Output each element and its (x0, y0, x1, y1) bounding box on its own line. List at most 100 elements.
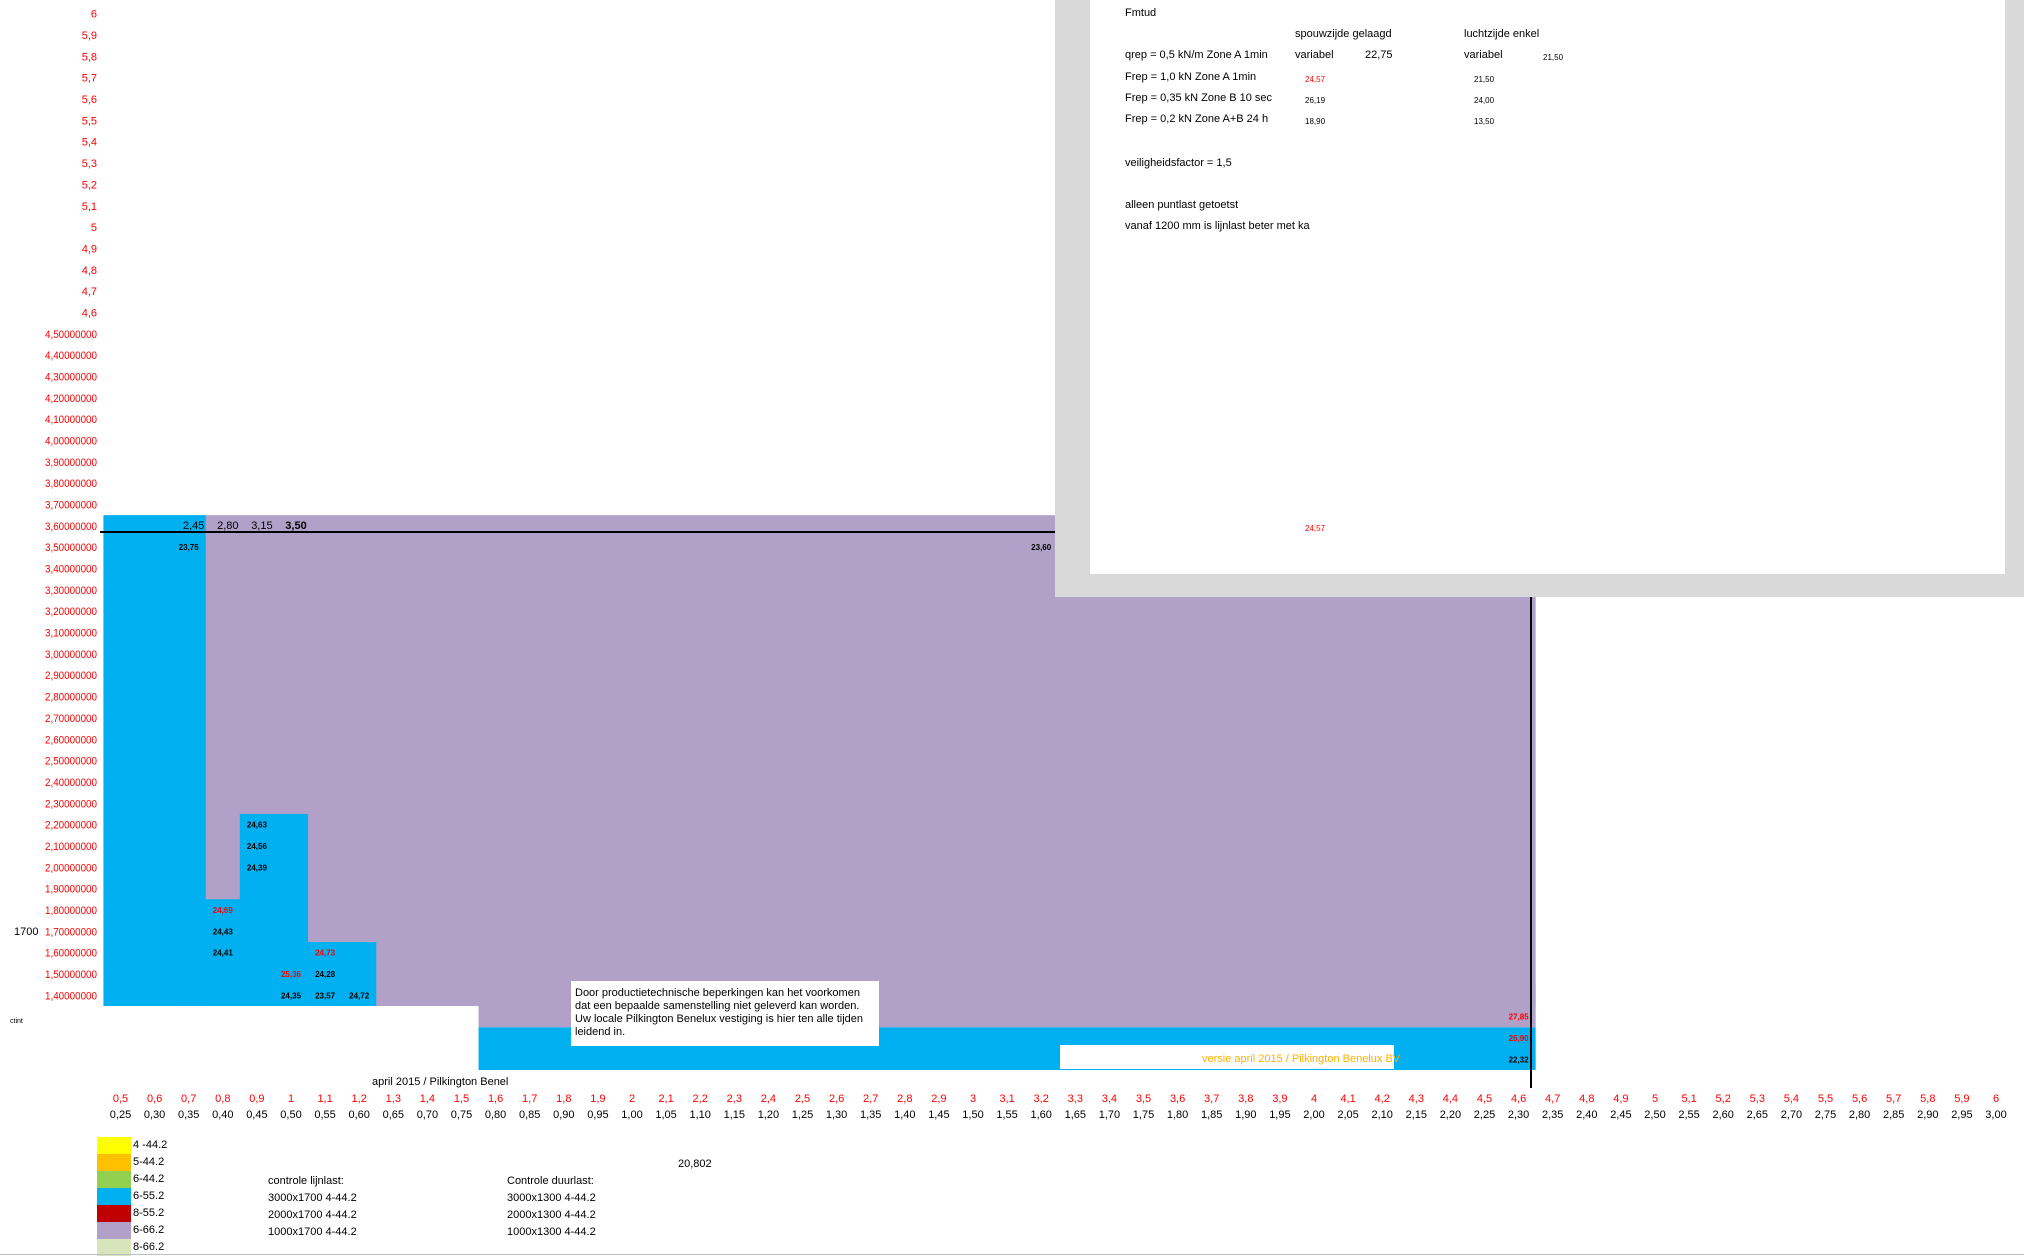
y-tick-label: 3,30000000 (45, 585, 97, 597)
x-bottom-tick-label: 2,10 (1371, 1109, 1392, 1121)
x-top-tick-label: 3,1 (999, 1093, 1014, 1105)
y-tick-label: 5,7 (82, 73, 97, 85)
x-top-tick-label: 1,1 (317, 1093, 332, 1105)
x-bottom-tick-label: 2,30 (1508, 1109, 1529, 1121)
row-v2: 24,00 (1474, 96, 1495, 105)
x-bottom-tick-label: 2,85 (1883, 1109, 1904, 1121)
y-tick-label: 5,8 (82, 51, 97, 63)
x-top-tick-label: 1,8 (556, 1093, 571, 1105)
x-bottom-tick-label: 0,55 (314, 1109, 335, 1121)
panel-line-2: vanaf 1200 mm is lijnlast beter met ka (1125, 220, 1310, 232)
y-tick-label: 4,6 (82, 307, 97, 319)
y-tick-label: 1,50000000 (45, 969, 97, 981)
threshold-label: 2,80 (217, 520, 238, 532)
x-bottom-tick-label: 0,25 (110, 1109, 131, 1121)
y-tick-label: 2,20000000 (45, 820, 97, 832)
cell-value: 24,43 (213, 927, 234, 936)
row-label: Frep = 0,35 kN Zone B 10 sec (1125, 92, 1273, 104)
row-v2: 21,50 (1474, 75, 1495, 84)
y-tick-label: 2,10000000 (45, 841, 97, 853)
y-tick-label: 3,10000000 (45, 628, 97, 640)
x-bottom-tick-label: 0,75 (451, 1109, 472, 1121)
x-top-tick-label: 5,3 (1750, 1093, 1765, 1105)
x-bottom-tick-label: 1,05 (655, 1109, 676, 1121)
x-top-tick-label: 3,8 (1238, 1093, 1253, 1105)
col1-header: spouwzijde gelaagd (1295, 28, 1392, 40)
x-bottom-tick-label: 2,15 (1406, 1109, 1427, 1121)
row-v1: 24,57 (1305, 75, 1326, 84)
x-bottom-tick-label: 2,80 (1849, 1109, 1870, 1121)
y-tick-label: 1,70000000 (45, 926, 97, 938)
y-tick-label: 4,9 (82, 243, 97, 255)
cell-value: 24,56 (247, 842, 268, 851)
row-v1: variabel (1295, 49, 1334, 61)
x-bottom-tick-label: 2,45 (1610, 1109, 1631, 1121)
cell-value: 23,75 (179, 543, 200, 552)
bottom-divider (0, 1254, 2024, 1255)
x-top-tick-label: 2,4 (761, 1093, 776, 1105)
lijnlast-item: 3000x1700 4-44.2 (268, 1192, 357, 1204)
cell-value: 24,35 (281, 991, 302, 1000)
duurlast-item: 1000x1300 4-44.2 (507, 1226, 596, 1238)
x-top-tick-label: 3,2 (1034, 1093, 1049, 1105)
x-top-tick-label: 5 (1652, 1093, 1658, 1105)
col2-header: luchtzijde enkel (1464, 28, 1540, 40)
x-bottom-tick-label: 2,35 (1542, 1109, 1563, 1121)
x-top-tick-label: 0,7 (181, 1093, 196, 1105)
x-axis-top-ticks: 0,5 0,6 0,7 0,8 0,9 1 1,1 1,2 1,3 1,4 1,5 1,6 1,7 1,8… (113, 1093, 1999, 1105)
versie-label: versie april 2015 / Pilkington Benelux B… (1202, 1053, 1401, 1065)
legend-swatch-orange (97, 1154, 131, 1171)
cell-value: 27,85 (1509, 1013, 1530, 1022)
y-tick-label: 2,40000000 (45, 777, 97, 789)
y-tick-label: 3,90000000 (45, 457, 97, 469)
x-top-tick-label: 5,5 (1818, 1093, 1833, 1105)
safety-factor: veiligheidsfactor = 1,5 (1125, 157, 1232, 169)
x-top-tick-label: 6 (1993, 1093, 1999, 1105)
row-v2: variabel (1464, 49, 1503, 61)
x-top-tick-label: 1,6 (488, 1093, 503, 1105)
x-bottom-tick-label: 0,30 (144, 1109, 165, 1121)
x-bottom-tick-label: 0,60 (348, 1109, 369, 1121)
x-bottom-tick-label: 3,00 (1985, 1109, 2006, 1121)
lijnlast-title: controle lijnlast: (268, 1175, 344, 1187)
y-tick-label: 3,20000000 (45, 606, 97, 618)
x-axis-bottom-ticks: 0,25 0,30 0,35 0,40 0,45 0,50 0,55 0,60 0,65 0,70… (110, 1109, 2007, 1121)
x-top-tick-label: 4,4 (1443, 1093, 1458, 1105)
x-top-tick-label: 2,7 (863, 1093, 878, 1105)
x-bottom-tick-label: 2,25 (1474, 1109, 1495, 1121)
x-bottom-tick-label: 2,60 (1712, 1109, 1733, 1121)
x-bottom-tick-label: 1,75 (1133, 1109, 1154, 1121)
x-bottom-tick-label: 0,50 (280, 1109, 301, 1121)
x-bottom-tick-label: 0,80 (485, 1109, 506, 1121)
y-tick-label: 4,20000000 (45, 393, 97, 405)
x-top-tick-label: 2,3 (727, 1093, 742, 1105)
cell-value: 23,60 (1031, 543, 1052, 552)
x-top-tick-label: 0,8 (215, 1093, 230, 1105)
x-top-tick-label: 1,9 (590, 1093, 605, 1105)
x-top-tick-label: 4,8 (1579, 1093, 1594, 1105)
y-tick-label: 5,4 (82, 137, 97, 149)
x-bottom-tick-label: 1,55 (996, 1109, 1017, 1121)
x-bottom-tick-label: 2,70 (1781, 1109, 1802, 1121)
x-top-tick-label: 0,5 (113, 1093, 128, 1105)
x-top-tick-label: 3,5 (1136, 1093, 1151, 1105)
lijnlast-item: 2000x1700 4-44.2 (268, 1209, 357, 1221)
x-top-tick-label: 4,7 (1545, 1093, 1560, 1105)
x-top-tick-label: 1,5 (454, 1093, 469, 1105)
y-tick-label: 4,8 (82, 265, 97, 277)
duurlast-title: Controle duurlast: (507, 1175, 594, 1187)
x-top-tick-label: 5,6 (1852, 1093, 1867, 1105)
x-top-tick-label: 1,2 (352, 1093, 367, 1105)
x-bottom-tick-label: 1,45 (928, 1109, 949, 1121)
y-tick-label: 3,70000000 (45, 500, 97, 512)
cell-value: 24,73 (315, 949, 336, 958)
y-tick-label: 1,80000000 (45, 905, 97, 917)
y-tick-label: 2,60000000 (45, 734, 97, 746)
y-tick-label: 4,50000000 (45, 329, 97, 341)
x-bottom-tick-label: 1,35 (860, 1109, 881, 1121)
x-top-tick-label: 3,3 (1068, 1093, 1083, 1105)
x-top-tick-label: 4,3 (1409, 1093, 1424, 1105)
cell-value: 24,72 (349, 991, 370, 1000)
x-top-tick-label: 0,6 (147, 1093, 162, 1105)
x-bottom-tick-label: 2,50 (1644, 1109, 1665, 1121)
